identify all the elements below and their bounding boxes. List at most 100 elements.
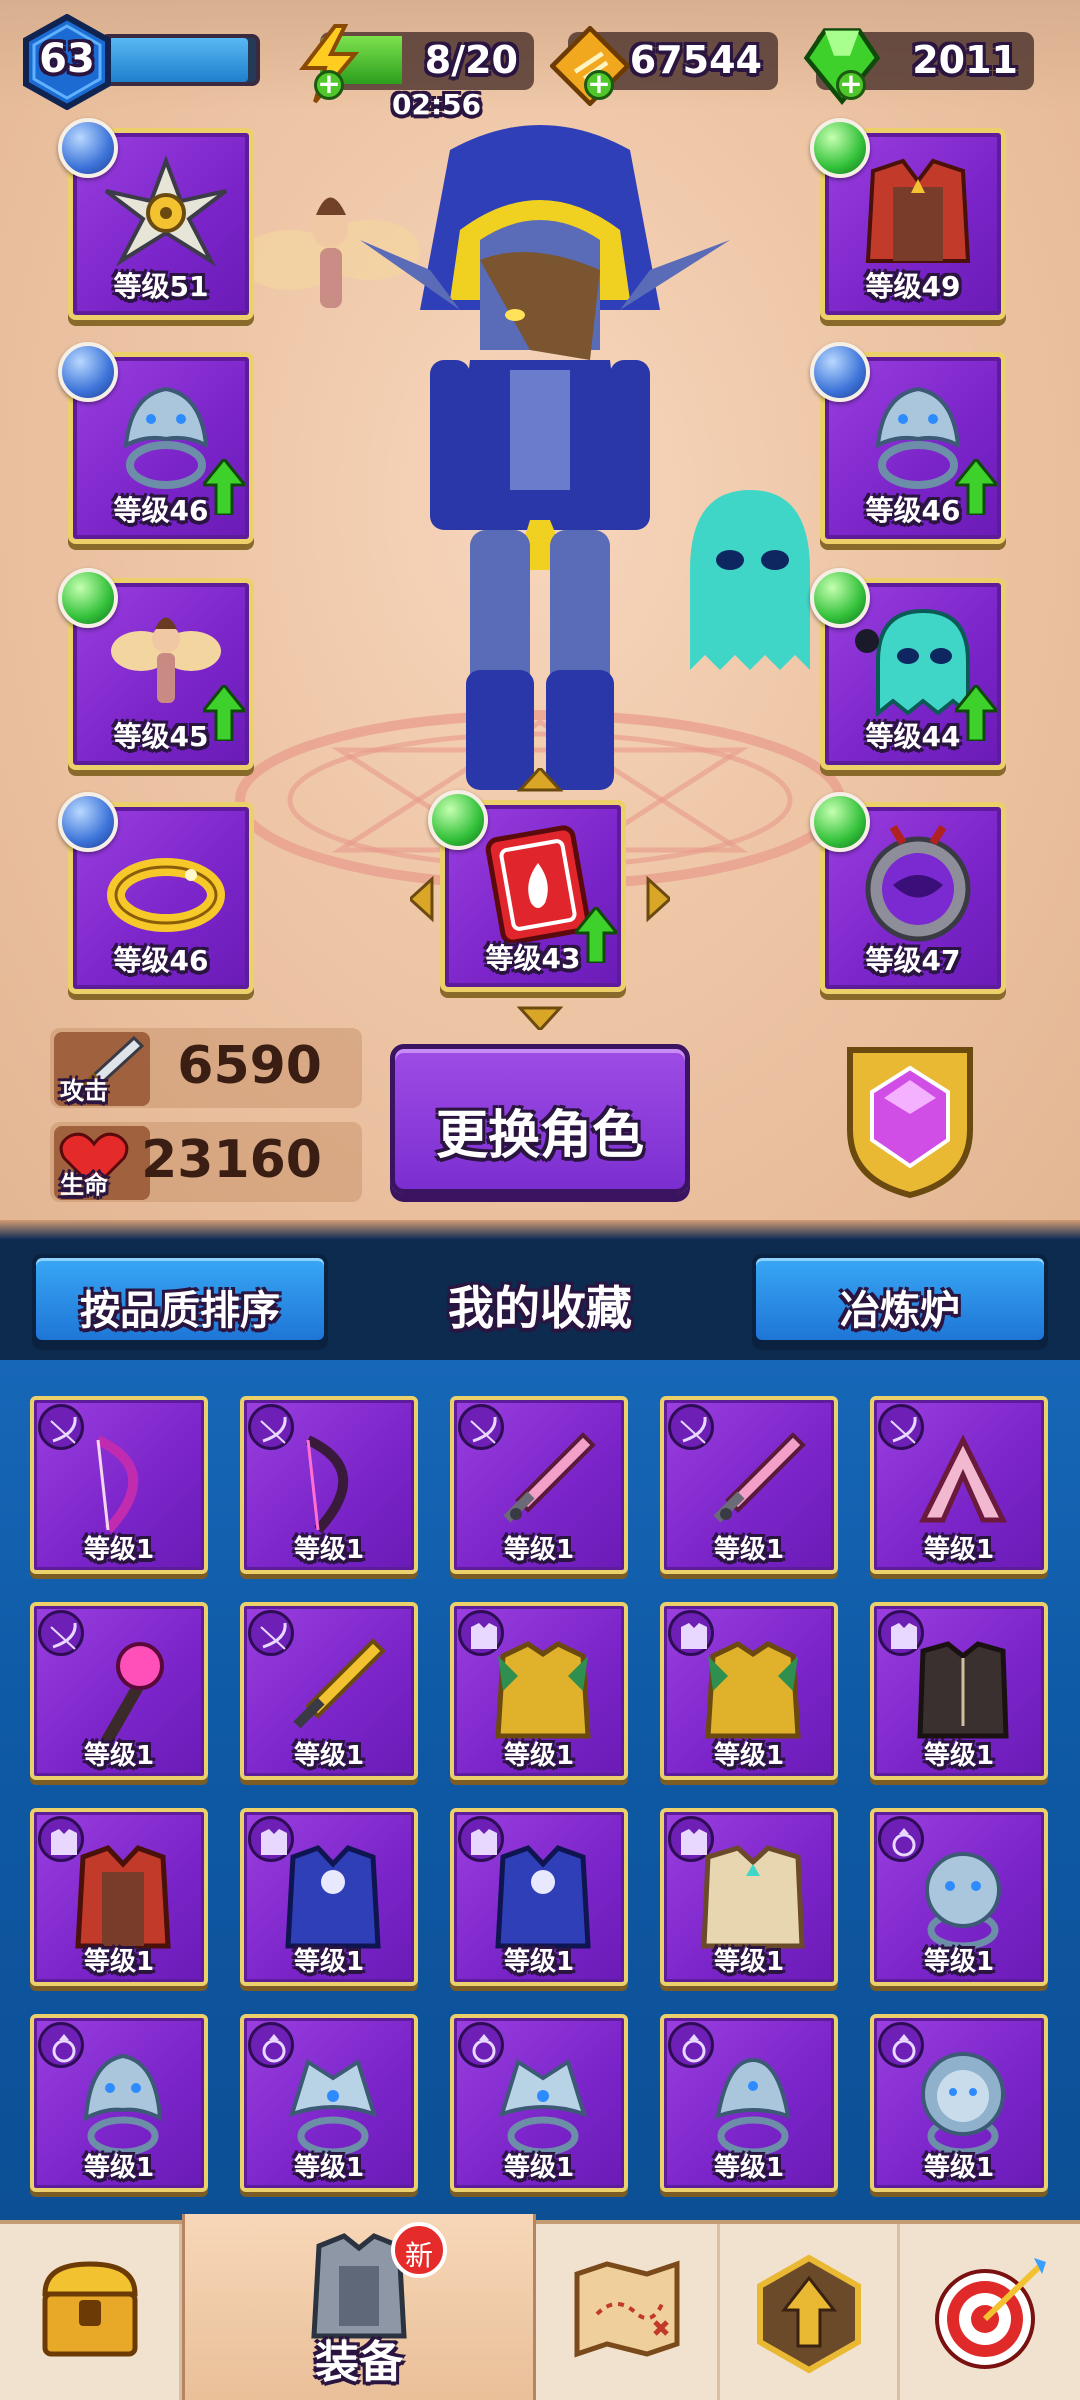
item-level-label: 等级1 [503,1947,575,1977]
hero-character[interactable] [230,110,850,810]
inventory-item[interactable]: 等级1 [240,1396,418,1574]
lion-ring-icon [921,2052,1005,2156]
change-character-button[interactable]: 更换角色 [390,1044,690,1194]
bottom-nav: 新 装备 [0,2214,1080,2400]
item-level-label: 等级1 [83,1947,155,1977]
rarity-orb-green [810,792,870,852]
rarity-orb-green [810,568,870,628]
hp-value: 23160 [141,1130,322,1190]
gem-shield-icon[interactable] [840,1040,980,1200]
inventory-item[interactable]: 等级1 [30,1602,208,1780]
gold-value: 67544 [629,38,762,82]
item-level-label: 等级1 [293,1741,365,1771]
sort-by-quality-button[interactable]: 按品质排序 [32,1254,328,1344]
wolf-ring-icon [83,2053,163,2156]
inventory-item[interactable]: 等级1 [240,2014,418,2192]
inventory-item[interactable]: 等级1 [660,1396,838,1574]
item-level-label: 等级1 [713,1947,785,1977]
item-level-label: 等级1 [293,1947,365,1977]
player-level: 63 [39,36,95,82]
white-armor-icon [701,1845,805,1949]
xp-bar [100,34,260,86]
inventory-item[interactable]: 等级1 [30,1396,208,1574]
upgrade-icon [756,2254,861,2374]
new-badge: 新 [391,2222,447,2278]
bow-purple-icon [95,1435,138,1534]
add-gold-icon[interactable]: + [584,70,614,100]
nav-tab-chest[interactable] [0,2224,182,2400]
serpent-ring-icon [715,2057,791,2156]
inventory-item[interactable]: 等级1 [450,1396,628,1574]
rarity-orb-green [58,568,118,628]
slot-level-label: 等级49 [865,270,961,303]
attack-value: 6590 [177,1036,322,1096]
bow-dark-icon [305,1435,348,1534]
add-gems-icon[interactable]: + [836,70,866,100]
inventory-item[interactable]: 等级1 [660,1602,838,1780]
inventory-item[interactable]: 等级1 [450,1602,628,1780]
gold-armor-icon [705,1641,801,1739]
slot-level-label: 等级51 [113,270,209,303]
rarity-orb-green [428,790,488,850]
inventory-item[interactable]: 等级1 [240,1602,418,1780]
sort-by-quality-label: 按品质排序 [80,1288,280,1334]
inventory-item[interactable]: 等级1 [870,1602,1048,1780]
collection-title: 我的收藏 [448,1281,632,1335]
item-level-label: 等级1 [83,1741,155,1771]
status-bar: 63 8/20 + 02:56 67544 + 2011 + [0,0,1080,121]
item-level-label: 等级1 [83,2153,155,2183]
upgrade-arrow-icon [575,907,617,963]
item-level-label: 等级1 [293,1535,365,1565]
shuriken-icon [104,155,228,267]
player-level-badge[interactable]: 63 [22,14,112,110]
attack-label: 攻击 [60,1077,108,1105]
energy-timer: 02:56 [392,88,482,121]
item-level-label: 等级1 [503,2153,575,2183]
red-robe-icon [865,158,971,263]
nav-tab-upgrade[interactable] [720,2224,900,2400]
item-level-label: 等级1 [923,1535,995,1565]
inventory-item[interactable]: 等级1 [30,2014,208,2192]
new-badge-label: 新 [404,2239,433,2272]
item-level-label: 等级1 [923,2153,995,2183]
xp-bar-fill [104,38,249,82]
sword-pink-icon [713,1432,806,1523]
inventory-item[interactable]: 等级1 [870,1396,1048,1574]
item-level-label: 等级1 [923,1947,995,1977]
fairy-companion [240,197,420,308]
inventory-item[interactable]: 等级1 [870,2014,1048,2192]
blue-robe-icon [495,1845,591,1949]
sword-pink-icon [503,1432,596,1523]
item-level-label: 等级1 [503,1535,575,1565]
item-level-label: 等级1 [293,2153,365,2183]
hp-stat: 生命 23160 [50,1122,362,1202]
inventory-item[interactable]: 等级1 [240,1808,418,1986]
inventory-item[interactable]: 等级1 [660,1808,838,1986]
nav-tab-map[interactable] [536,2224,720,2400]
inventory-item[interactable]: 等级1 [870,1808,1048,1986]
inventory-grid: 等级1 等级1 等级1 等级1 等级1 等级1 等级1 等级1 等级1 等级1 等级1 等级1 等级1 等… [0,1360,1080,2220]
upgrade-arrow-icon [955,685,997,741]
rarity-orb-blue [58,342,118,402]
collection-toolbar: 按品质排序 我的收藏 冶炼炉 [0,1240,1080,1360]
staff-pink-icon [101,1642,164,1745]
inventory-item[interactable]: 等级1 [450,2014,628,2192]
inventory-item[interactable]: 等级1 [30,1808,208,1986]
inventory-item[interactable]: 等级1 [660,2014,838,2192]
dragon-ring-icon [288,2058,378,2156]
add-energy-icon[interactable]: + [314,70,344,100]
item-level-label: 等级1 [713,2153,785,2183]
smelter-button[interactable]: 冶炼炉 [752,1254,1048,1344]
item-level-label: 等级1 [503,1741,575,1771]
nav-tab-equipment[interactable]: 新 装备 [182,2214,536,2400]
item-level-label: 等级1 [83,1535,155,1565]
item-level-label: 等级1 [713,1535,785,1565]
boomerang-icon [918,1434,1008,1523]
inventory-item[interactable]: 等级1 [450,1808,628,1986]
slot-level-label: 等级46 [113,944,209,977]
gem-value: 2011 [912,38,1018,82]
attack-stat: 攻击 6590 [50,1028,362,1108]
upgrade-arrow-icon [203,459,245,515]
nav-tab-target[interactable] [900,2224,1080,2400]
blue-robe-icon [285,1845,381,1949]
